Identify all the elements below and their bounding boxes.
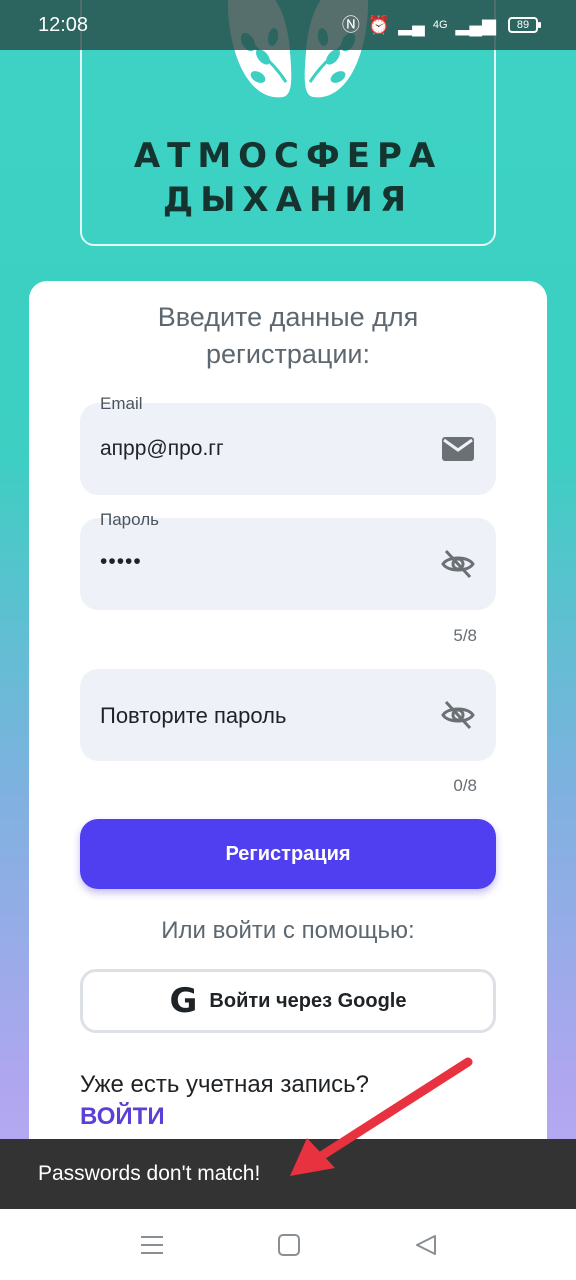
- battery-level: 89: [516, 19, 530, 31]
- network-type: 4G: [432, 19, 448, 31]
- form-heading: Введите данные для регистрации:: [29, 299, 547, 373]
- signal-icon: ▂▄: [398, 15, 425, 35]
- email-field[interactable]: Email апрр@про.гг: [80, 394, 496, 495]
- google-login-label: Войти через Google: [209, 989, 407, 1012]
- eye-off-icon[interactable]: [440, 697, 476, 733]
- alarm-icon: ⏰: [367, 15, 391, 35]
- registration-card: Введите данные для регистрации: Email ап…: [29, 281, 547, 1161]
- status-bar: 12:08 Ⓝ ⏰ ▂▄ 4G ▂▄▆ 89: [0, 0, 576, 50]
- snackbar-message: Passwords don't match!: [38, 1162, 261, 1185]
- logo-title-line2: ДЫХАНИЯ: [162, 180, 414, 220]
- system-nav-bar: [0, 1209, 576, 1280]
- back-nav-icon[interactable]: [413, 1233, 439, 1257]
- email-label: Email: [100, 394, 143, 413]
- google-login-button[interactable]: G Войти через Google: [80, 969, 496, 1033]
- repeat-password-placeholder[interactable]: Повторите пароль: [100, 703, 286, 729]
- google-icon: G: [169, 981, 198, 1021]
- mail-icon: [442, 437, 474, 461]
- status-icons: Ⓝ ⏰ ▂▄ 4G ▂▄▆ 89: [341, 15, 541, 35]
- email-value[interactable]: апрр@про.гг: [100, 437, 224, 461]
- signal-icon-2: ▂▄▆: [455, 15, 496, 35]
- register-button[interactable]: Регистрация: [80, 819, 496, 889]
- repeat-password-field[interactable]: Повторите пароль: [80, 669, 496, 761]
- menu-nav-icon[interactable]: [139, 1233, 165, 1257]
- password-value[interactable]: •••••: [100, 550, 142, 574]
- battery-icon: 89: [508, 17, 541, 33]
- home-nav-icon[interactable]: [276, 1233, 302, 1257]
- status-time: 12:08: [38, 13, 89, 36]
- form-heading-line2: регистрации:: [206, 339, 370, 369]
- password-counter: 5/8: [453, 626, 477, 645]
- repeat-password-counter: 0/8: [453, 776, 477, 795]
- or-login-text: Или войти с помощью:: [161, 917, 415, 944]
- eye-off-icon[interactable]: [440, 546, 476, 582]
- login-link[interactable]: ВОЙТИ: [80, 1103, 165, 1131]
- logo-title-line1: АТМОСФЕРА: [133, 136, 443, 176]
- annotation-arrow-icon: [290, 1057, 473, 1176]
- password-label: Пароль: [100, 510, 159, 529]
- password-field[interactable]: Пароль •••••: [80, 510, 496, 610]
- form-heading-line1: Введите данные для: [157, 302, 419, 332]
- nfc-icon: Ⓝ: [341, 15, 360, 35]
